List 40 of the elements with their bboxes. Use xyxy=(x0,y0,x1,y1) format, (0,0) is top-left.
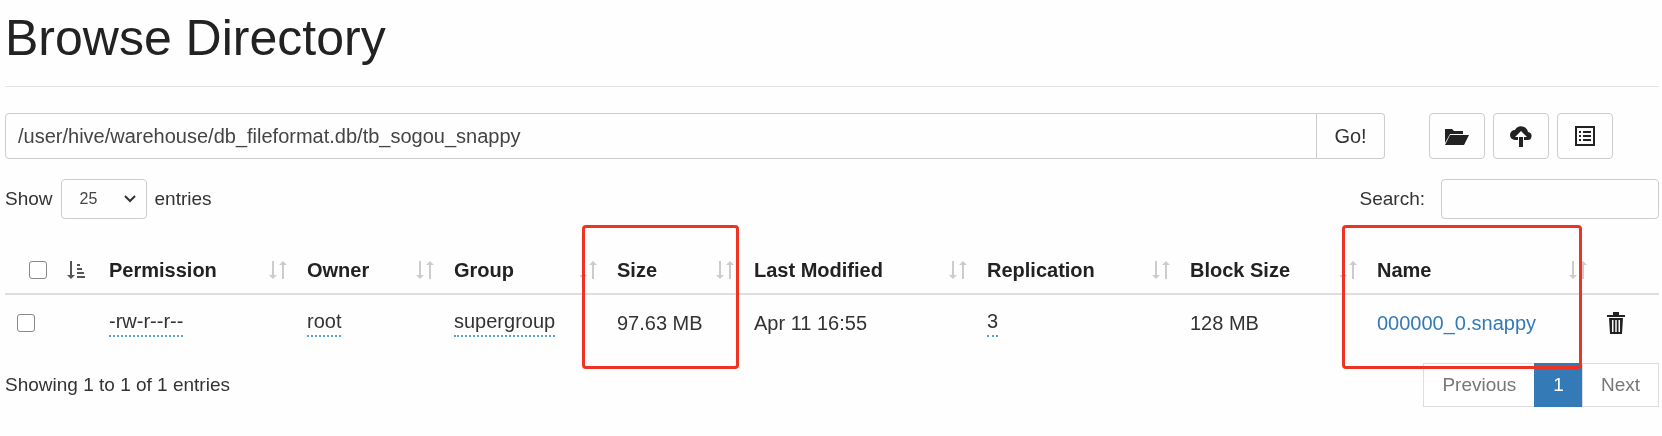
table-info: Showing 1 to 1 of 1 entries xyxy=(5,374,230,396)
sort-icon[interactable] xyxy=(1569,260,1587,280)
search-field[interactable] xyxy=(1441,179,1659,219)
sort-icon[interactable] xyxy=(1339,260,1357,280)
upload-button[interactable] xyxy=(1493,113,1549,159)
sort-icon[interactable] xyxy=(579,260,597,280)
table-cell: root xyxy=(307,309,342,337)
table-cell: -rw-r--r-- xyxy=(109,309,184,337)
list-icon xyxy=(1575,126,1595,146)
table-cell: 97.63 MB xyxy=(617,311,703,335)
checkbox[interactable] xyxy=(29,261,47,279)
table-cell: Apr 11 16:55 xyxy=(754,311,868,335)
folder-button[interactable] xyxy=(1429,113,1485,159)
column-header[interactable]: Size xyxy=(617,258,658,282)
table-cell: supergroup xyxy=(454,309,556,337)
go-button[interactable]: Go! xyxy=(1317,113,1385,159)
page-button[interactable]: 1 xyxy=(1534,363,1583,407)
trash-icon[interactable] xyxy=(1607,312,1625,334)
column-header[interactable]: Name xyxy=(1377,258,1432,282)
entries-label: entries xyxy=(154,188,212,210)
table-cell: 3 xyxy=(987,309,999,337)
path-field[interactable]: /user/hive/warehouse/db_fileformat.db/tb_sogou_snappy xyxy=(5,113,1317,159)
file-link[interactable]: 000000_0.snappy xyxy=(1377,311,1537,335)
column-header[interactable]: Block Size xyxy=(1190,258,1291,282)
column-header[interactable]: Last Modified xyxy=(754,258,883,282)
entries-select[interactable]: 25 xyxy=(60,179,147,219)
column-header[interactable]: Group xyxy=(454,258,514,282)
checkbox[interactable] xyxy=(17,314,35,332)
column-header[interactable]: Replication xyxy=(987,258,1095,282)
column-header[interactable]: Owner xyxy=(307,258,370,282)
sort-icon[interactable] xyxy=(67,260,85,280)
table-cell: 128 MB xyxy=(1190,311,1259,335)
show-label: Show xyxy=(5,188,53,210)
chevron-down-icon xyxy=(123,195,136,203)
column-header[interactable]: Permission xyxy=(109,258,217,282)
list-button[interactable] xyxy=(1557,113,1613,159)
folder-icon xyxy=(1444,126,1470,146)
search-label: Search: xyxy=(1359,188,1425,210)
page-title: Browse Directory xyxy=(5,9,387,68)
cloud-upload-icon xyxy=(1509,125,1533,147)
